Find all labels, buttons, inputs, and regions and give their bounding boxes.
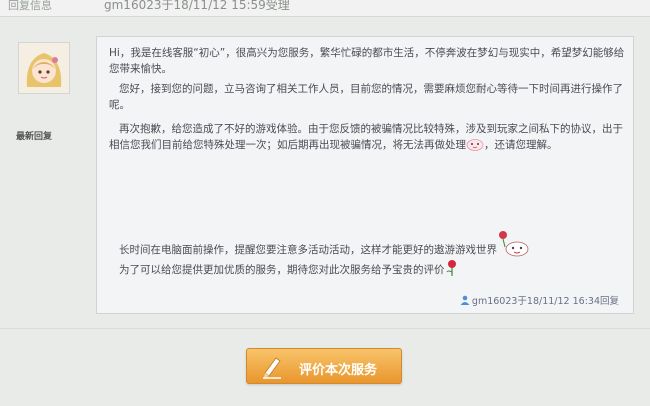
reply-meta: gm16023于18/11/12 16:34回复 bbox=[460, 293, 619, 307]
reply-paragraph-apology: 再次抱歉，给您造成了不好的游戏体验。由于您反馈的被骗情况比较特殊，涉及到玩家之间… bbox=[109, 121, 627, 153]
pencil-icon bbox=[263, 357, 281, 379]
reply-message-box: Hi，我是在线客服“初心”，很高兴为您服务，繁华忙碌的都市生活，不停奔波在梦幻与… bbox=[96, 36, 634, 314]
rose-icon bbox=[446, 260, 456, 276]
cute-face-icon bbox=[466, 139, 484, 151]
rate-service-label: 评价本次服务 bbox=[299, 362, 378, 377]
reply-row: 最新回复 Hi，我是在线客服“初心”，很高兴为您服务，繁华忙碌的都市生活，不停奔… bbox=[0, 30, 650, 326]
reply-paragraph-reminder: 长时间在电脑面前操作，提醒您要注意多活动活动，这样才能更好的遨游游戏世界 bbox=[109, 229, 627, 259]
rate-service-button[interactable]: 评价本次服务 bbox=[246, 348, 402, 384]
apology-tail: ，还请您理解。 bbox=[484, 139, 558, 151]
rating-request-text: 为了可以给您提供更加优质的服务，期待您对此次服务给予宝贵的评价 bbox=[119, 264, 445, 276]
accepted-info: gm16023于18/11/12 15:59受理 bbox=[104, 0, 290, 12]
reply-meta-text: gm16023于18/11/12 16:34回复 bbox=[471, 296, 619, 307]
latest-reply-label: 最新回复 bbox=[16, 132, 53, 142]
flower-face-icon bbox=[499, 231, 529, 257]
avatar-girl-icon bbox=[19, 43, 69, 93]
reply-paragraph-status: 您好，接到您的问题，立马咨询了相关工作人员，目前您的情况，需要麻烦您耐心等待一下… bbox=[109, 83, 623, 111]
header-bar: 回复信息 gm16023于18/11/12 15:59受理 bbox=[0, 0, 650, 17]
reply-paragraph-rating: 为了可以给您提供更加优质的服务，期待您对此次服务给予宝贵的评价 bbox=[109, 259, 627, 278]
header-label: 回复信息 bbox=[8, 0, 52, 12]
divider bbox=[0, 328, 650, 329]
avatar bbox=[18, 42, 70, 94]
reply-paragraph-greeting: Hi，我是在线客服“初心”，很高兴为您服务，繁华忙碌的都市生活，不停奔波在梦幻与… bbox=[109, 47, 625, 75]
reminder-text: 长时间在电脑面前操作，提醒您要注意多活动活动，这样才能更好的遨游游戏世界 bbox=[119, 244, 497, 256]
user-icon bbox=[460, 295, 470, 305]
